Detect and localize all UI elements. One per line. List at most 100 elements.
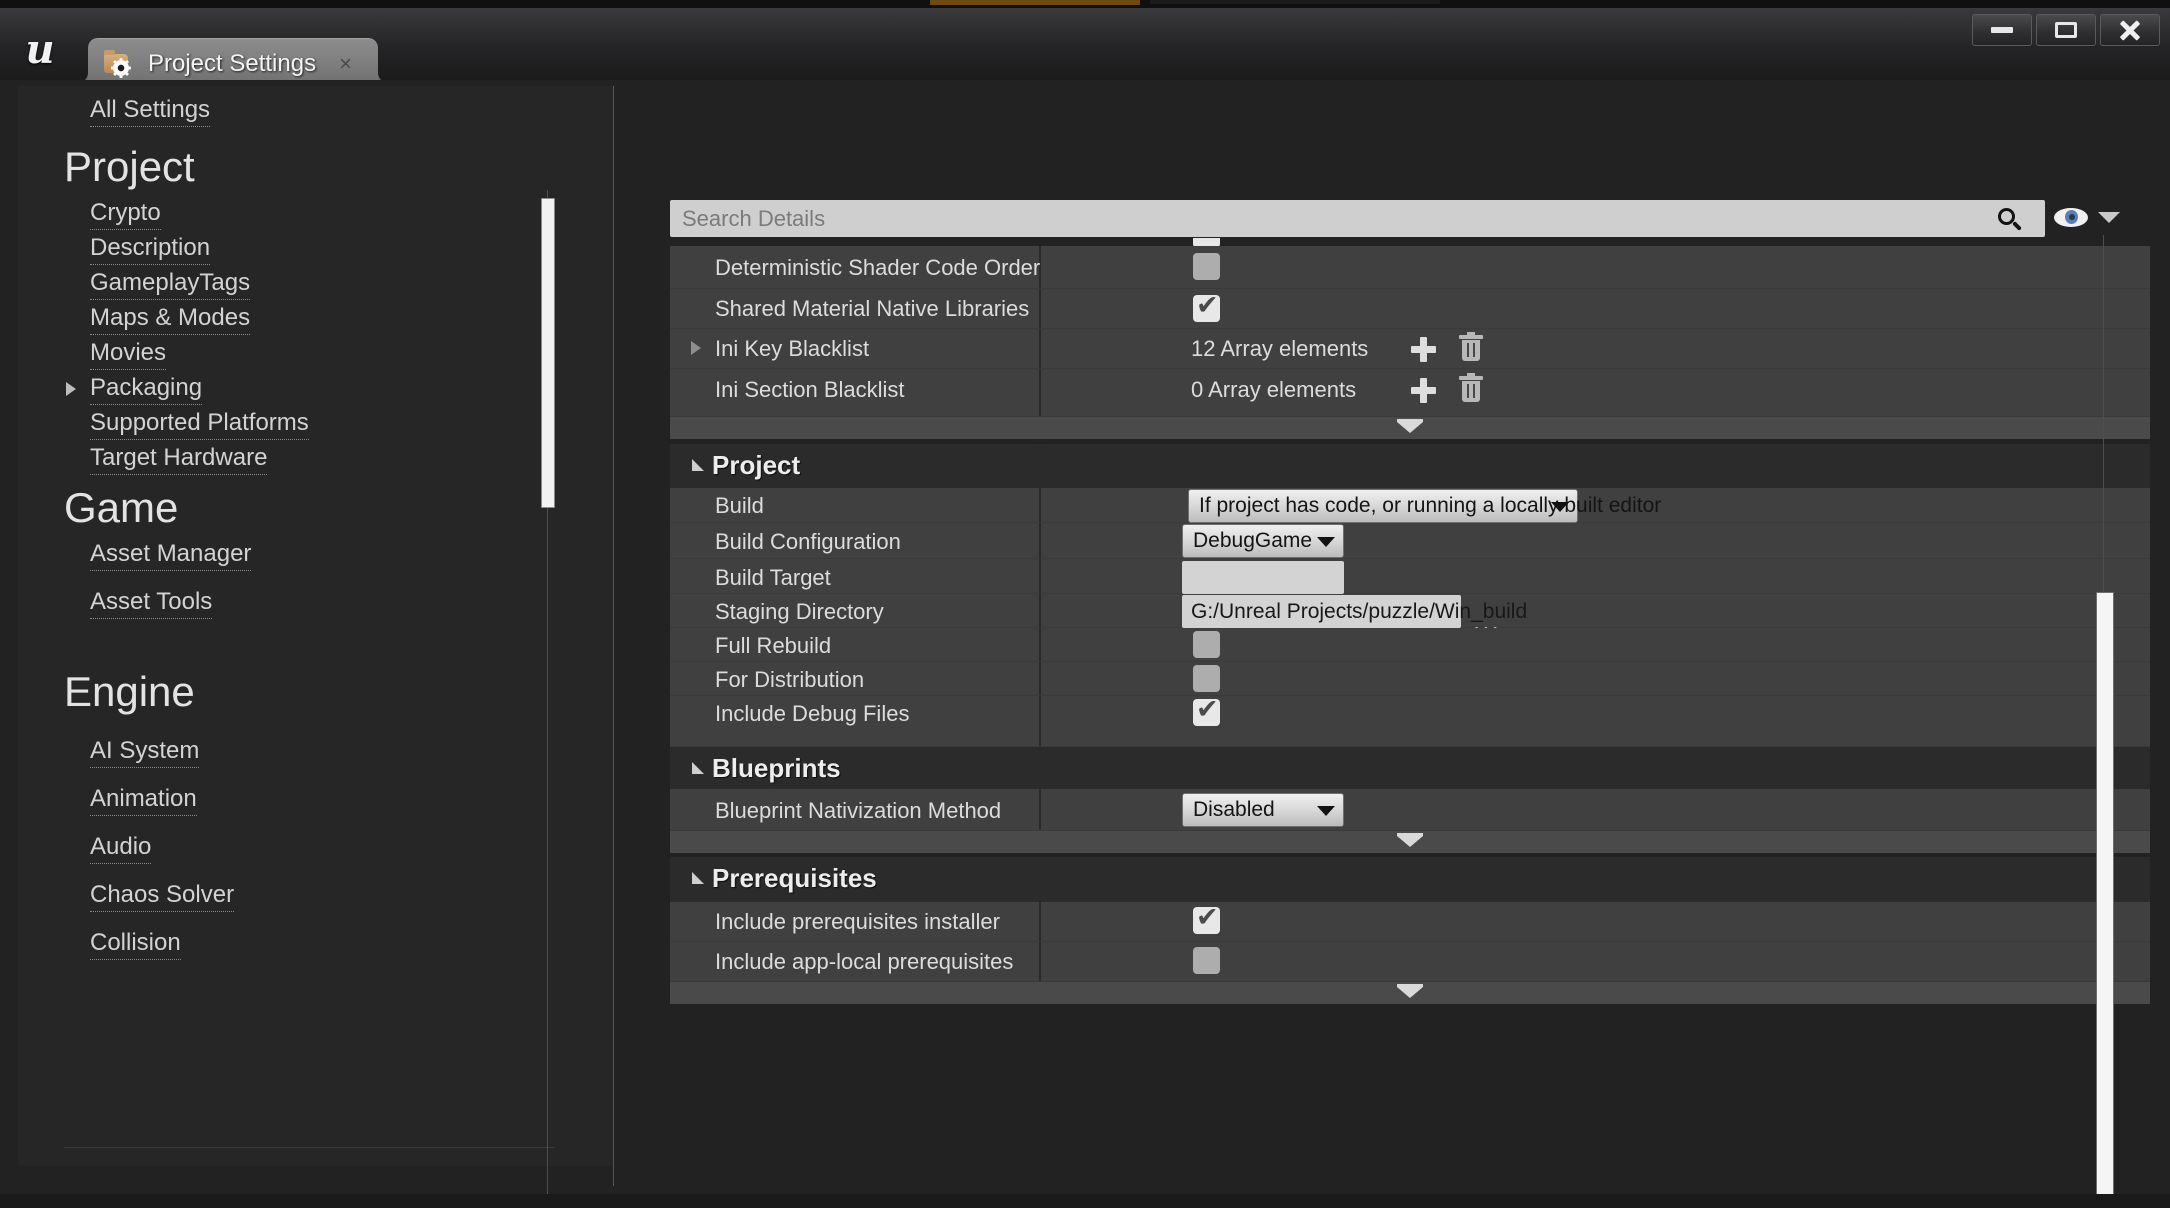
section-title: Project: [712, 450, 801, 480]
column-divider: [1039, 747, 1041, 789]
sidebar-header-project: Project: [64, 143, 195, 190]
sidebar-item-packaging[interactable]: Packaging: [90, 374, 203, 405]
property-label: Include app-local prerequisites: [715, 949, 1014, 974]
column-divider: [1039, 559, 1041, 593]
property-row-ini-key-blacklist: Ini Key Blacklist 12 Array elements: [670, 329, 2150, 369]
property-row-blueprint-nativization-method: Blueprint Nativization Method Disabled: [670, 789, 2150, 831]
sidebar-item-gameplaytags[interactable]: GameplayTags: [90, 269, 251, 300]
property-label: Include Debug Files: [715, 701, 910, 726]
unreal-engine-logo-icon: u: [25, 26, 55, 73]
collapse-icon[interactable]: [692, 459, 704, 471]
collapse-icon[interactable]: [692, 872, 704, 884]
collapse-icon[interactable]: [692, 762, 704, 774]
section-header-blueprints[interactable]: Blueprints: [670, 747, 2150, 789]
panel-splitter[interactable]: [613, 86, 614, 1186]
checkbox-shared-material-native-libraries[interactable]: [1193, 290, 1220, 322]
combo-build[interactable]: If project has code, or running a locall…: [1188, 489, 1661, 523]
close-button[interactable]: [2100, 14, 2160, 46]
sidebar-item-supported-platforms[interactable]: Supported Platforms: [90, 409, 309, 440]
checkbox-for-distribution[interactable]: [1193, 665, 1220, 692]
project-settings-icon: [104, 49, 134, 77]
sidebar-item-asset-tools[interactable]: Asset Tools: [90, 588, 213, 619]
combo-blueprint-nativization-method[interactable]: Disabled: [1182, 793, 1344, 827]
section-header-prerequisites[interactable]: Prerequisites: [670, 857, 2150, 902]
property-row-full-rebuild: Full Rebuild: [670, 628, 2150, 662]
minimize-icon: [1991, 27, 2013, 33]
textfield-build-target[interactable]: [1182, 561, 1344, 594]
sidebar-header-game: Game: [64, 484, 179, 531]
content-frame: All Settings Project Crypto Description …: [2, 80, 2168, 1208]
sidebar-item-crypto[interactable]: Crypto: [90, 199, 161, 230]
chevron-down-icon[interactable]: [2098, 212, 2120, 223]
collapse-section-bar-2[interactable]: [670, 831, 2150, 853]
sidebar-expand-packaging-icon[interactable]: [66, 382, 76, 396]
property-row-build-configuration: Build Configuration DebugGame: [670, 523, 2150, 559]
expand-ini-key-blacklist-icon[interactable]: [691, 341, 701, 355]
minimize-button[interactable]: [1972, 14, 2032, 46]
property-label: Build: [715, 493, 764, 518]
textfield-staging-directory[interactable]: G:/Unreal Projects/puzzle/Win_build: [1182, 595, 1527, 628]
add-array-element-icon[interactable]: [1410, 336, 1436, 362]
titlebar-accent: [930, 0, 1140, 5]
sidebar-item-animation[interactable]: Animation: [90, 785, 197, 816]
chevron-down-icon: [1397, 987, 1423, 998]
combo-value: DebugGame: [1193, 529, 1313, 552]
property-list: Deterministic Shader Code Order Shared M…: [670, 238, 2150, 1176]
search-input[interactable]: [670, 205, 2045, 232]
window-body: All Settings Project Crypto Description …: [0, 80, 2170, 1208]
sidebar-divider: [64, 1147, 554, 1148]
property-label: Deterministic Shader Code Order: [715, 255, 1041, 280]
collapse-section-bar-1[interactable]: [670, 417, 2150, 439]
property-row-include-app-local-prerequisites: Include app-local prerequisites: [670, 942, 2150, 982]
section-header-project[interactable]: Project: [670, 444, 2150, 488]
settings-sidebar: All Settings Project Crypto Description …: [18, 86, 614, 1166]
sidebar-item-collision[interactable]: Collision: [90, 929, 181, 960]
property-label: Full Rebuild: [715, 633, 832, 658]
column-divider: [1039, 444, 1041, 488]
add-array-element-icon[interactable]: [1410, 377, 1436, 403]
details-scrollbar-thumb[interactable]: [2096, 592, 2114, 1208]
chevron-down-icon: [1317, 806, 1335, 816]
sidebar-scrollbar-thumb[interactable]: [541, 198, 555, 508]
checkbox-include-prerequisites-installer[interactable]: [1193, 902, 1220, 934]
search-icon[interactable]: [1997, 207, 2023, 233]
column-divider: [1039, 523, 1041, 558]
search-details-field[interactable]: [670, 200, 2045, 237]
chevron-down-icon: [1397, 836, 1423, 847]
maximize-icon: [2055, 22, 2077, 38]
tab-bar: u Project Settings ×: [0, 8, 2170, 88]
checkbox-full-rebuild[interactable]: [1193, 631, 1220, 658]
property-label: For Distribution: [715, 667, 865, 692]
combo-value: Disabled: [1193, 798, 1275, 821]
sidebar-item-chaos-solver[interactable]: Chaos Solver: [90, 881, 235, 912]
browse-directory-button[interactable]: ...: [1473, 608, 1501, 634]
tab-close-icon[interactable]: ×: [339, 53, 352, 75]
property-row-staging-directory: Staging Directory G:/Unreal Projects/puz…: [670, 594, 2150, 634]
checkbox-include-app-local-prerequisites[interactable]: [1193, 947, 1220, 974]
column-divider: [1039, 696, 1041, 746]
column-divider: [1039, 488, 1041, 522]
column-divider: [1039, 789, 1041, 830]
sidebar-item-target-hardware[interactable]: Target Hardware: [90, 444, 268, 475]
checkbox-include-debug-files[interactable]: [1193, 694, 1220, 726]
sidebar-item-asset-manager[interactable]: Asset Manager: [90, 540, 252, 571]
sidebar-item-ai-system[interactable]: AI System: [90, 737, 200, 768]
array-element-count: 0 Array elements: [1191, 377, 1357, 402]
sidebar-item-maps-and-modes[interactable]: Maps & Modes: [90, 304, 251, 335]
details-panel: Deterministic Shader Code Order Shared M…: [642, 88, 2154, 1178]
collapse-section-bar-3[interactable]: [670, 982, 2150, 1004]
sidebar-item-audio[interactable]: Audio: [90, 833, 152, 864]
combo-build-configuration[interactable]: DebugGame: [1182, 524, 1344, 558]
delete-array-elements-icon[interactable]: [1459, 373, 1483, 403]
titlebar-accent-secondary: [1150, 0, 1440, 4]
maximize-button[interactable]: [2036, 14, 2096, 46]
checkbox-deterministic-shader-code-order[interactable]: [1193, 253, 1220, 280]
eye-icon[interactable]: [2054, 206, 2088, 230]
property-label: Blueprint Nativization Method: [715, 798, 1002, 823]
property-row-shared-material-native-libraries: Shared Material Native Libraries: [670, 289, 2150, 329]
property-label: Ini Key Blacklist: [715, 336, 870, 361]
sidebar-item-movies[interactable]: Movies: [90, 339, 167, 370]
sidebar-item-description[interactable]: Description: [90, 234, 211, 265]
delete-array-elements-icon[interactable]: [1459, 332, 1483, 362]
sidebar-item-all-settings[interactable]: All Settings: [90, 96, 211, 127]
